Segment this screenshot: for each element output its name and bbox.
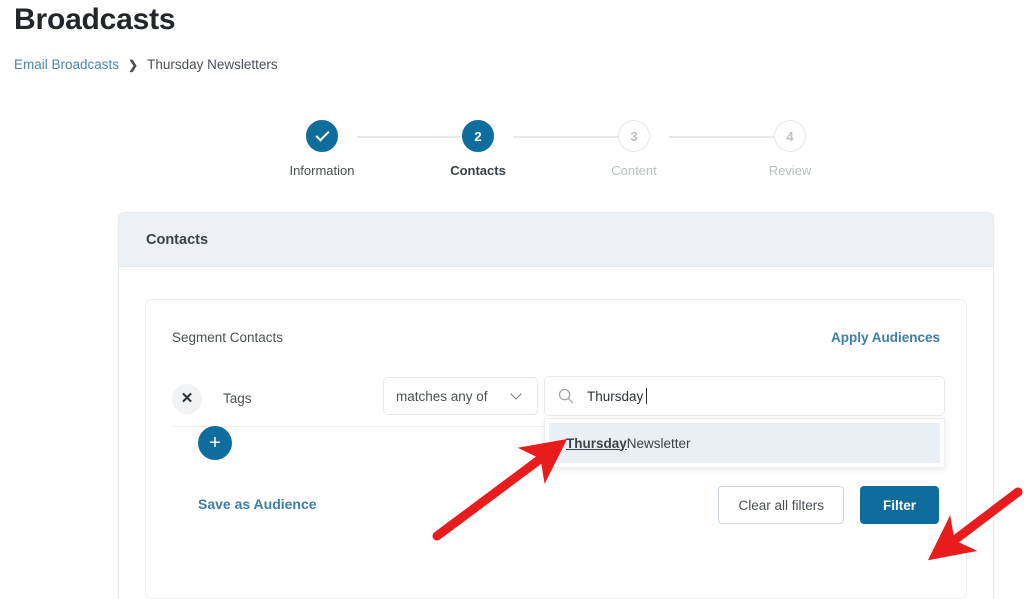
filter-field-label-tags: Tags xyxy=(223,391,252,406)
stepper-step-content[interactable]: 3 Content xyxy=(579,120,689,179)
wizard-stepper: Information 2 Contacts 3 Content 4 Revie… xyxy=(286,120,811,182)
broadcasts-page: Broadcasts Email Broadcasts ❯ Thursday N… xyxy=(0,0,1024,599)
panel-header-row: Segment Contacts Apply Audiences xyxy=(146,300,966,345)
step-label-review: Review xyxy=(768,163,812,178)
contacts-card: Contacts Segment Contacts Apply Audience… xyxy=(118,212,994,599)
breadcrumb-current: Thursday Newsletters xyxy=(147,57,278,72)
step-circle-4: 4 xyxy=(774,120,806,152)
contacts-card-body: Segment Contacts Apply Audiences ✕ Tags … xyxy=(119,267,993,599)
chevron-right-icon: ❯ xyxy=(128,58,139,72)
tag-search-input[interactable]: Thursday xyxy=(544,376,945,416)
close-icon: ✕ xyxy=(180,390,194,407)
check-icon xyxy=(314,127,330,142)
apply-audiences-link[interactable]: Apply Audiences xyxy=(831,330,940,345)
step-circle-3: 3 xyxy=(618,120,650,152)
contacts-card-header: Contacts xyxy=(119,213,993,267)
step-circle-2: 2 xyxy=(462,120,494,152)
segment-contacts-label: Segment Contacts xyxy=(172,330,284,345)
stepper-step-contacts[interactable]: 2 Contacts xyxy=(423,120,533,179)
tag-search-value-wrap: Thursday xyxy=(587,388,648,404)
text-caret xyxy=(646,388,648,404)
tag-suggestions-dropdown[interactable]: Thursday Newsletter xyxy=(544,418,945,468)
stepper-connector-3 xyxy=(669,136,787,138)
step-label-content: Content xyxy=(611,163,657,178)
stepper-connector-2 xyxy=(513,136,631,138)
save-as-audience-link[interactable]: Save as Audience xyxy=(198,496,317,512)
panel-actions: Clear all filters Filter xyxy=(718,486,939,524)
breadcrumb: Email Broadcasts ❯ Thursday Newsletters xyxy=(14,55,278,75)
step-label-contacts: Contacts xyxy=(450,163,506,178)
search-icon xyxy=(558,388,574,404)
stepper-step-review[interactable]: 4 Review xyxy=(735,120,845,179)
step-label-information: Information xyxy=(289,163,355,178)
suggestion-match-text: Thursday xyxy=(566,435,627,451)
filter-operator-select[interactable]: matches any of xyxy=(383,377,538,415)
add-filter-button[interactable]: + xyxy=(198,426,232,460)
filter-button[interactable]: Filter xyxy=(859,486,939,524)
clear-all-filters-button[interactable]: Clear all filters xyxy=(718,486,844,524)
suggestion-item-thursday-newsletter[interactable]: Thursday Newsletter xyxy=(549,423,940,463)
step-circle-1 xyxy=(306,120,338,152)
stepper-step-information[interactable]: Information xyxy=(267,120,377,179)
suggestion-rest-text: Newsletter xyxy=(626,435,691,451)
remove-filter-button[interactable]: ✕ xyxy=(172,383,202,414)
filter-row-tags: ✕ Tags matches any of Thursday Thursday … xyxy=(172,371,945,468)
page-title: Broadcasts xyxy=(14,3,176,36)
stepper-connector-1 xyxy=(357,136,475,138)
tag-search-value: Thursday xyxy=(587,388,644,404)
breadcrumb-link-email-broadcasts[interactable]: Email Broadcasts xyxy=(14,55,119,75)
segment-contacts-panel: Segment Contacts Apply Audiences ✕ Tags … xyxy=(145,299,967,599)
